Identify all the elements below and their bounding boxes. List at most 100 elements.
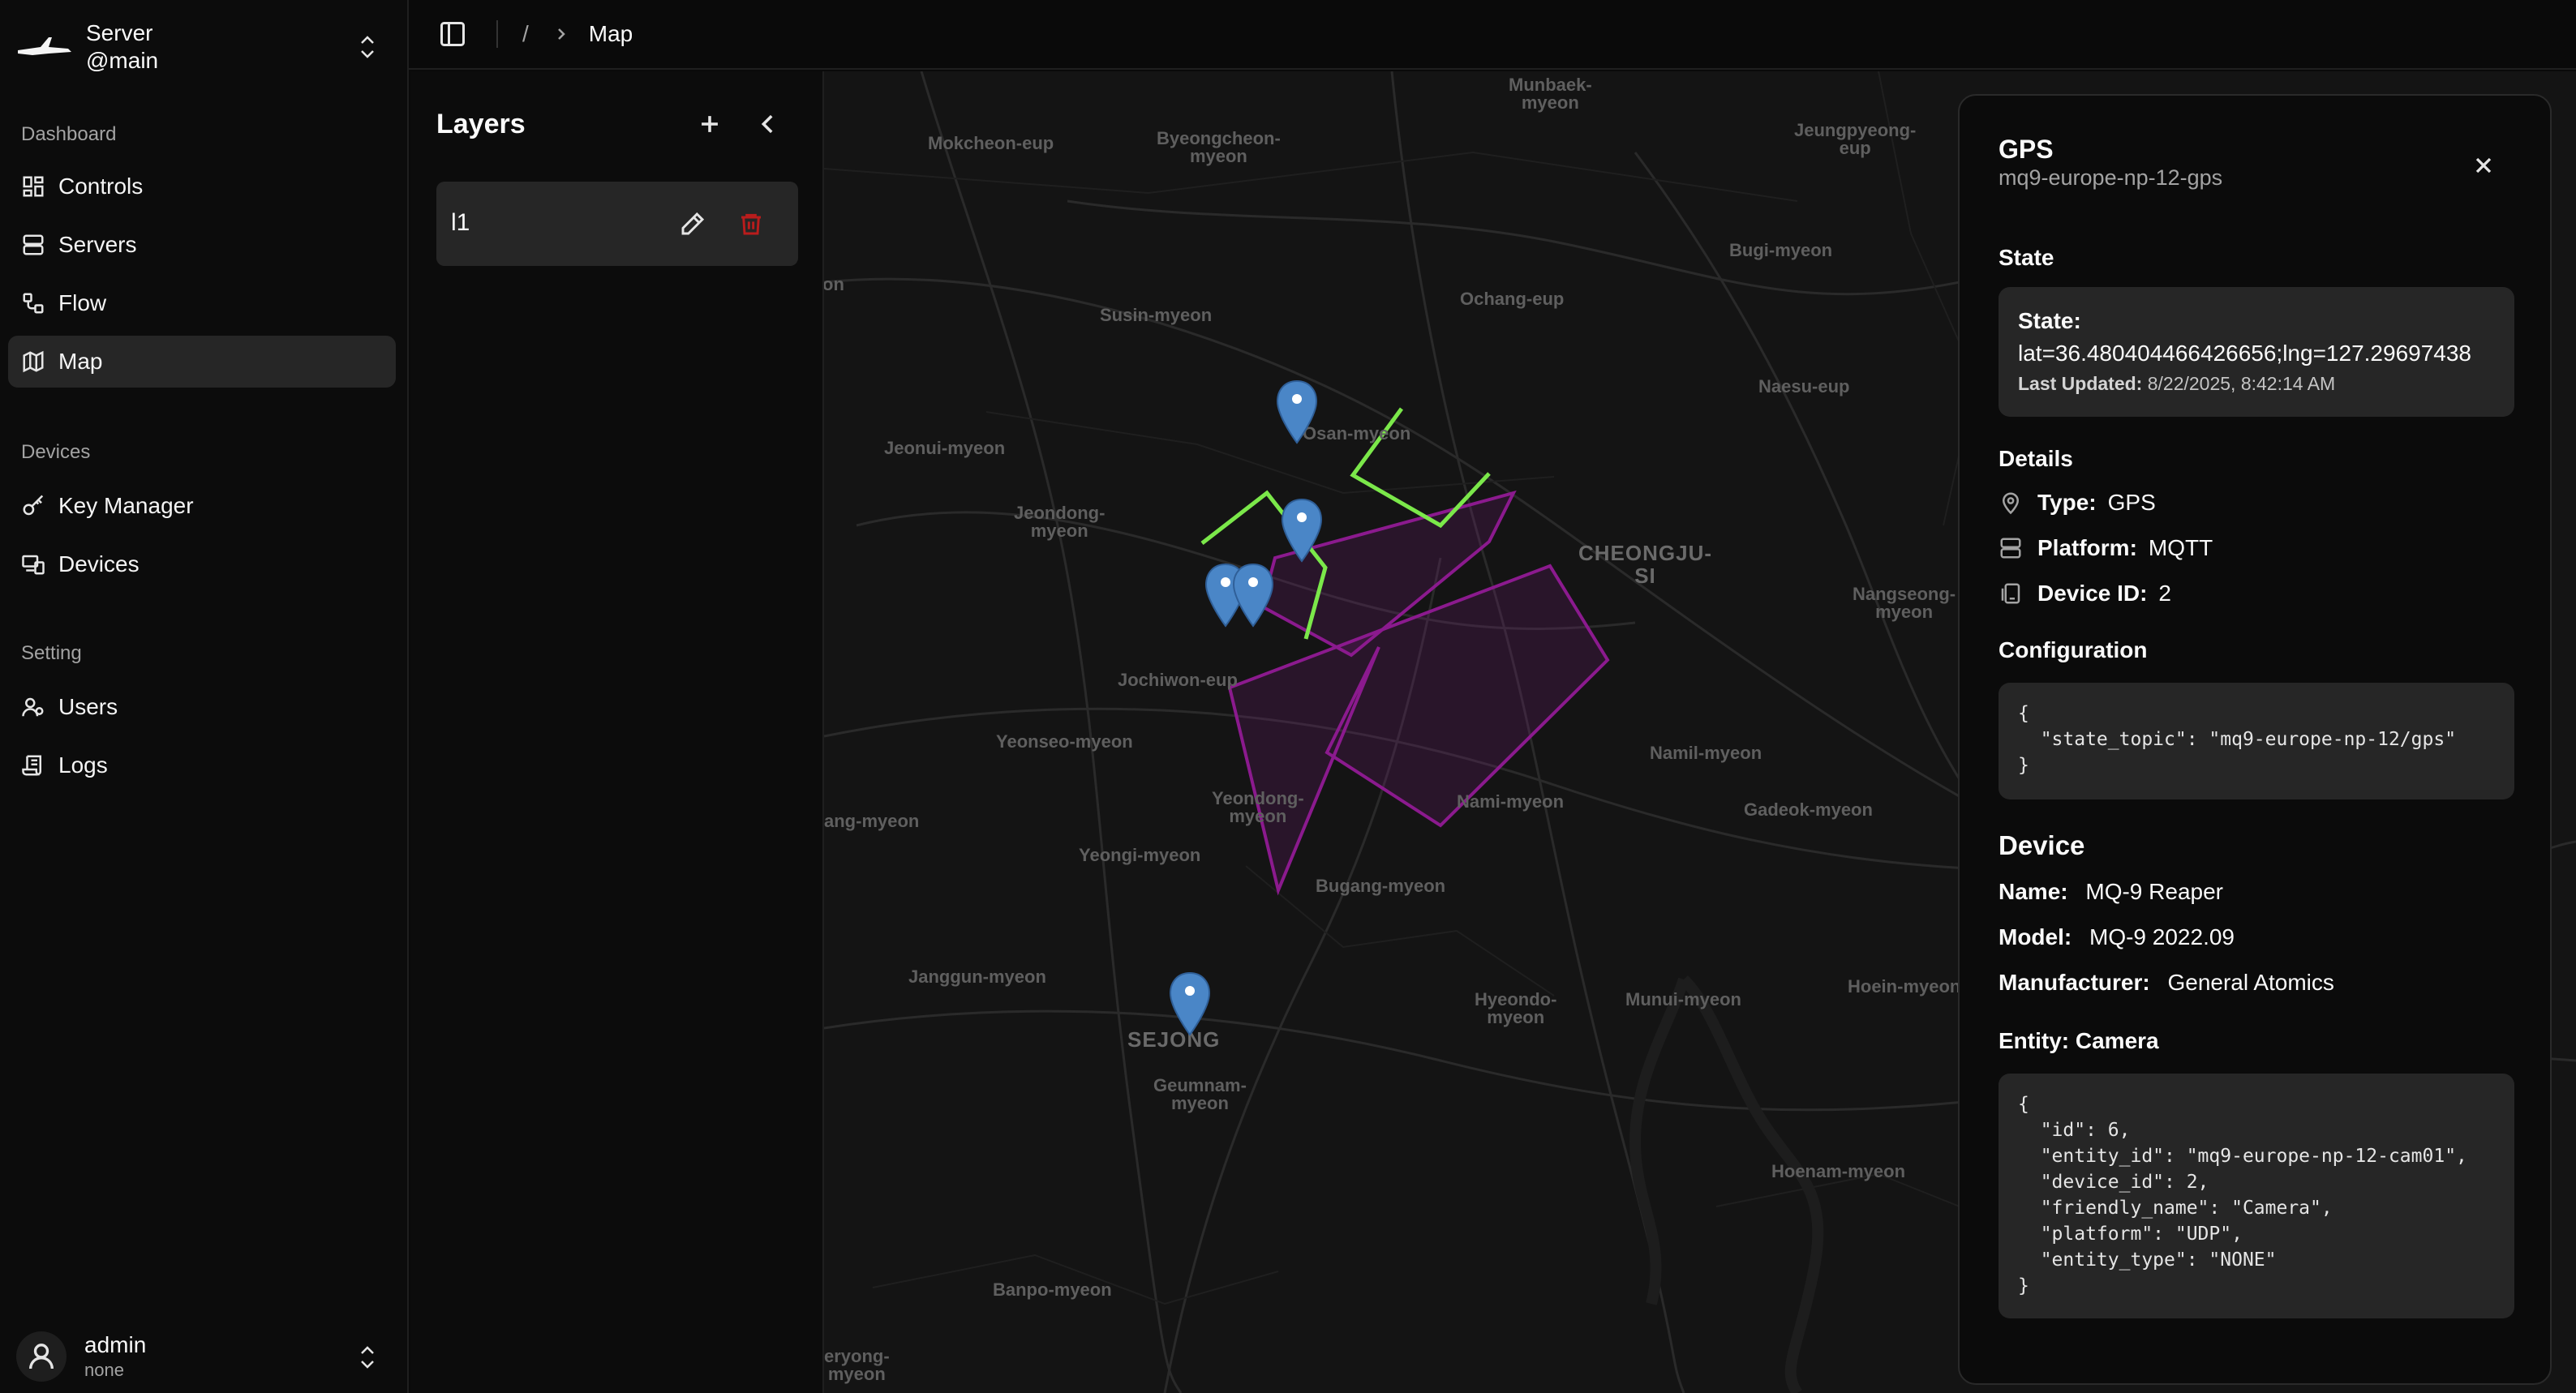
entity-details-panel: GPS mq9-europe-np-12-gps State State: la… (1958, 94, 2552, 1385)
key-icon (23, 495, 44, 516)
map-marker-pin-icon[interactable] (1168, 971, 1212, 1036)
place-label: Jeungpyeong- eup (1794, 120, 1917, 158)
user-icon (29, 1344, 54, 1369)
section-dashboard: Dashboard (21, 123, 117, 145)
details-title: GPS (1999, 135, 2054, 164)
sidebar-item-map[interactable]: Map (8, 336, 396, 388)
device-name-value: MQ-9 Reaper (2085, 879, 2223, 904)
server-name: Server (86, 20, 153, 45)
place-label: Geumnam- myeon (1153, 1075, 1247, 1113)
server-branch: @main (86, 48, 159, 73)
add-layer-button[interactable] (696, 110, 723, 138)
devices-icon (22, 555, 45, 575)
last-updated: Last Updated: 8/22/2025, 8:42:14 AM (2018, 373, 2335, 395)
type-value: GPS (2107, 490, 2156, 515)
server-switcher[interactable]: Server @main (16, 16, 389, 78)
place-label: Jeondong- myeon (1014, 503, 1106, 541)
place-label: Jeonui-myeon (884, 438, 1006, 458)
place-label: Yeonseo-myeon (996, 731, 1133, 752)
grid-icon (23, 176, 44, 197)
device-model-value: MQ-9 2022.09 (2089, 924, 2235, 949)
place-label: Bugang-myeon (1316, 876, 1446, 896)
user-name: admin (84, 1332, 147, 1357)
river (1629, 975, 1824, 1393)
device-id-label: Device ID: (2037, 581, 2148, 606)
place-label: Byeongcheon- myeon (1157, 128, 1281, 166)
device-icon (2001, 583, 2020, 604)
device-name-row: Name: MQ-9 Reaper (1999, 879, 2223, 905)
sidebar-item-servers[interactable]: Servers (8, 219, 396, 271)
place-label: Hyeondo- myeon (1475, 989, 1557, 1027)
sidebar-item-label: Flow (58, 290, 107, 315)
place-label: Hoenam-myeon (1771, 1161, 1906, 1181)
device-name-label: Name: (1999, 879, 2068, 904)
place-label: Gadeok-myeon (1744, 799, 1873, 820)
map-marker-pin-icon[interactable] (1275, 379, 1319, 444)
layer-name: l1 (451, 209, 470, 236)
user-role: none (84, 1360, 124, 1380)
chevron-up-down-icon[interactable] (357, 1343, 378, 1372)
sidebar-item-flow[interactable]: Flow (8, 277, 396, 329)
logs-icon (22, 755, 41, 776)
platform-value: MQTT (2148, 535, 2213, 560)
city-label: CHEONGJU- SI (1578, 541, 1713, 588)
place-label: on (824, 274, 844, 294)
section-devices: Devices (21, 441, 91, 463)
map-marker-pin-icon[interactable] (1280, 498, 1324, 563)
device-model-label: Model: (1999, 924, 2072, 949)
device-heading: Device (1999, 830, 2085, 860)
collapse-panel-button[interactable] (754, 110, 782, 138)
map-icon (23, 350, 44, 373)
details-subtitle: mq9-europe-np-12-gps (1999, 165, 2223, 190)
details-heading: Details (1999, 446, 2073, 471)
close-button[interactable] (2471, 152, 2497, 178)
sidebar-item-key-manager[interactable]: Key Manager (8, 480, 396, 532)
map-pin-icon (2002, 492, 2020, 515)
layers-title: Layers (436, 109, 526, 139)
entity-heading: Entity: Camera (1999, 1028, 2159, 1053)
device-manufacturer-value: General Atomics (2167, 970, 2334, 995)
breadcrumb-separator: / (522, 21, 529, 46)
platform-label: Platform: (2037, 535, 2137, 560)
user-menu[interactable]: admin none (16, 1328, 389, 1385)
place-label: Hoein-myeon (1848, 976, 1961, 997)
sidebar-item-devices[interactable]: Devices (8, 538, 396, 590)
place-label: Namil-myeon (1650, 743, 1762, 763)
device-manufacturer-label: Manufacturer: (1999, 970, 2150, 995)
layers-panel: Layers l1 (410, 71, 824, 1393)
sidebar-item-logs[interactable]: Logs (8, 739, 396, 791)
place-label: Yeongi-myeon (1079, 845, 1201, 865)
place-label: Jochiwon-eup (1118, 670, 1238, 690)
place-label: eryong- myeon (824, 1346, 890, 1384)
last-updated-label: Last Updated: (2018, 373, 2143, 394)
configuration-heading: Configuration (1999, 637, 2148, 662)
sidebar-item-users[interactable]: Users (8, 681, 396, 733)
type-label: Type: (2037, 490, 2097, 515)
server-icon (2000, 538, 2021, 559)
place-label: Susin-myeon (1100, 305, 1213, 325)
device-manufacturer-row: Manufacturer: General Atomics (1999, 970, 2334, 996)
server-icon (23, 234, 44, 255)
pencil-icon[interactable] (680, 211, 706, 237)
last-updated-value: 8/22/2025, 8:42:14 AM (2147, 373, 2336, 394)
device-id-row: Device ID: 2 (1999, 581, 2171, 606)
place-label: Nami-myeon (1457, 791, 1565, 812)
aircraft-logo-icon (18, 37, 71, 55)
place-label: Ochang-eup (1460, 289, 1565, 309)
configuration-code: { "state_topic": "mq9-europe-np-12/gps" … (1999, 683, 2514, 799)
sidebar-item-label: Key Manager (58, 493, 194, 518)
map-marker-pin-icon[interactable] (1231, 563, 1275, 628)
place-label: Munui-myeon (1625, 989, 1741, 1009)
type-row: Type: GPS (1999, 490, 2156, 516)
trash-icon[interactable] (738, 211, 764, 237)
place-label: Nangseong- myeon (1853, 584, 1956, 622)
place-label: ang-myeon (824, 811, 920, 831)
sidebar-item-label: Logs (58, 752, 108, 778)
sidebar-item-label: Map (58, 349, 103, 374)
layer-row[interactable]: l1 (436, 182, 798, 266)
state-value: lat=36.480404466426656;lng=127.29697438 (2018, 341, 2472, 366)
sidebar-item-controls[interactable]: Controls (8, 161, 396, 212)
place-label: Bugi-myeon (1729, 240, 1833, 260)
chevron-up-down-icon[interactable] (357, 32, 378, 62)
sidebar-toggle-icon[interactable] (438, 19, 467, 49)
